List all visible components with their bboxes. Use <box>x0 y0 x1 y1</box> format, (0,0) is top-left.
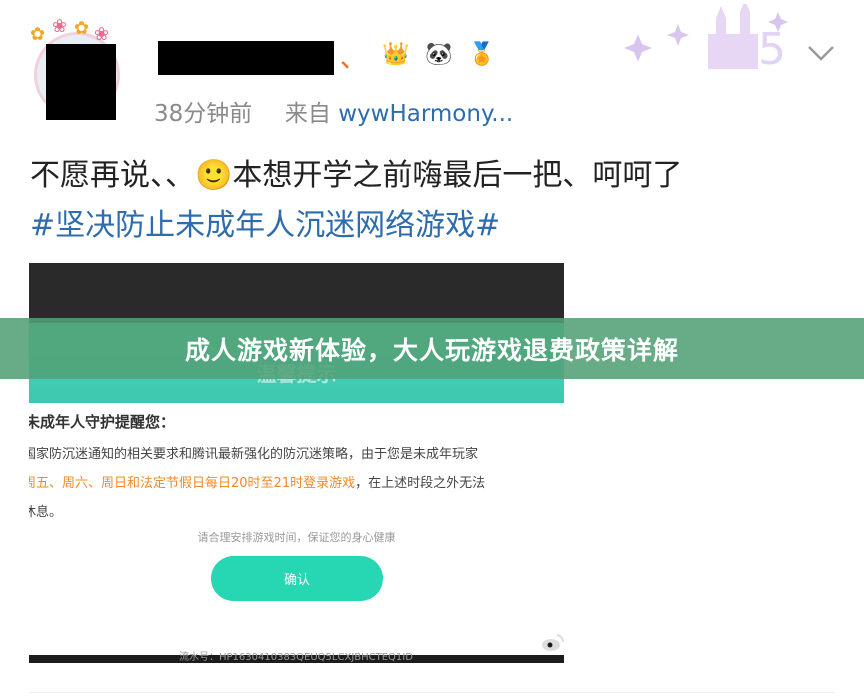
card-decoration-icon: 5 <box>624 4 788 74</box>
flower-icon: ✿ <box>74 18 90 39</box>
flower-icon: ✿ <box>30 24 46 45</box>
divider <box>29 692 835 693</box>
title-banner: 成人游戏新体验，大人玩游戏退费政策详解 <box>0 318 864 379</box>
hashtag-link[interactable]: #坚决防止未成年人沉迷网络游戏# <box>30 200 500 244</box>
modal-heading: 未成年人守护提醒您： <box>29 413 176 431</box>
post-time: 38分钟前 <box>154 101 253 127</box>
post-text: 不愿再说、、🙂本想开学之前嗨最后一把、呵呵了 <box>30 158 683 193</box>
chevron-down-icon[interactable] <box>806 44 836 62</box>
modal-line-rest: ，在上述时段之外无法 <box>355 476 486 491</box>
modal-line-highlight: 周五、周六、周日和法定节假日每日20时至21时登录游戏 <box>29 476 356 491</box>
avatar-redaction <box>46 44 116 120</box>
flower-icon: ❀ <box>94 24 110 45</box>
modal-line: 国家防沉迷通知的相关要求和腾讯最新强化的防沉迷策略，由于您是未成年玩家 <box>29 447 479 462</box>
panda-icon[interactable]: 🐼 <box>423 38 455 70</box>
username-redaction[interactable] <box>158 41 334 75</box>
weibo-logo-icon <box>542 634 564 651</box>
flower-icon: ❀ <box>52 16 68 37</box>
post-meta: 38分钟前 来自 wywHarmony... <box>154 94 513 128</box>
source-prefix: 来自 <box>284 101 331 127</box>
source-link[interactable]: wywHarmony... <box>338 101 513 127</box>
modal-line: 休息。 <box>29 505 63 520</box>
banner-title: 成人游戏新体验，大人玩游戏退费政策详解 <box>184 335 679 365</box>
modal-hint: 请合理安排游戏时间，保证您的身心健康 <box>197 531 396 544</box>
medal-badge-icon[interactable]: 🏅 <box>466 38 498 70</box>
image-top-bar <box>29 263 564 323</box>
username-tail: 、 <box>340 44 367 74</box>
serial-number: 流水号：HP1630410383QEUQ5LCXJBHCTEQ1ID <box>179 652 413 663</box>
modal-line: 周五、周六、周日和法定节假日每日20时至21时登录游戏，在上述时段之外无法 <box>29 472 485 491</box>
svg-text:5: 5 <box>758 24 786 74</box>
confirm-button[interactable]: 确认 <box>211 556 383 601</box>
crown-badge-icon[interactable]: 👑 <box>380 38 412 70</box>
